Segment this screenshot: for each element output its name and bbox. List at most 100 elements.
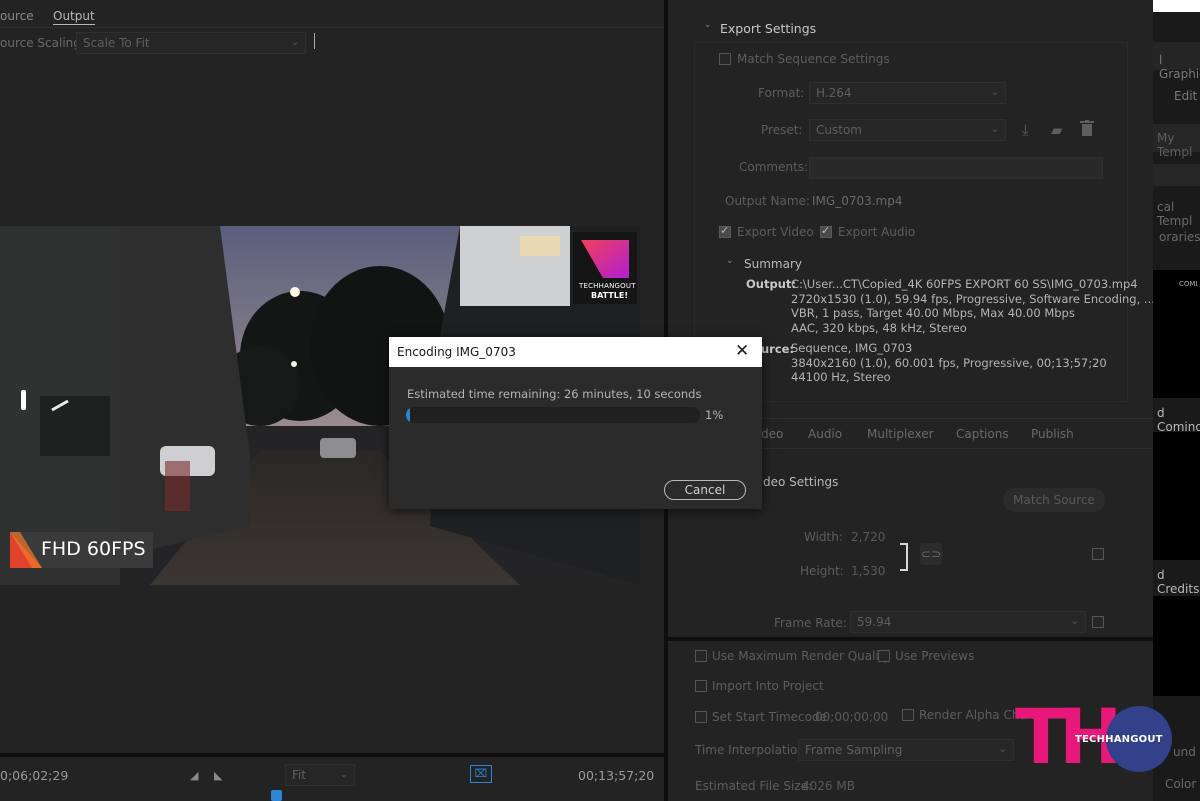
format-dropdown[interactable]: H.264 ⌄ xyxy=(809,82,1006,104)
right-thumb-3[interactable] xyxy=(1153,596,1200,696)
match-sequence-checkbox[interactable] xyxy=(719,53,731,65)
right-item-my-templates-label: My Templ xyxy=(1157,131,1193,159)
playhead-icon[interactable] xyxy=(271,790,282,801)
summary-output-line: C:\User...CT\Copied_4K 60FPS EXPORT 60 S… xyxy=(791,277,1138,291)
logo-line1: TECHHANGOUT xyxy=(579,282,636,290)
right-item-sound[interactable]: und xyxy=(1173,745,1196,759)
progress-bar xyxy=(406,407,700,423)
frame-rate-checkbox[interactable] xyxy=(1092,616,1104,628)
preset-value: Custom xyxy=(816,123,862,137)
tab-multiplexer[interactable]: Multiplexer xyxy=(867,427,934,441)
output-name-link[interactable]: IMG_0703.mp4 xyxy=(812,194,903,208)
width-label: Width: xyxy=(804,530,843,544)
comments-label: Comments: xyxy=(739,160,809,174)
frame-rate-dropdown[interactable]: 59.94 ⌄ xyxy=(850,611,1086,633)
import-preset-icon[interactable]: ▰ xyxy=(1051,121,1063,139)
right-item-credits[interactable]: d Credits xyxy=(1157,568,1200,596)
fhd-badge-triangle xyxy=(10,532,42,568)
frame-rate-label: Frame Rate: xyxy=(774,616,847,630)
match-source-label: Match Source xyxy=(1013,493,1095,507)
progress-bar-fill xyxy=(406,407,411,423)
cancel-label: Cancel xyxy=(684,483,726,497)
watermark-brand: TECHHANGOUT xyxy=(1075,734,1163,745)
mark-out-icon[interactable]: ◣ xyxy=(214,769,222,782)
duration-timecode: 00;13;57;20 xyxy=(578,768,655,783)
max-render-checkbox[interactable] xyxy=(695,650,707,662)
right-item-coming[interactable]: d Coming xyxy=(1157,406,1200,434)
right-thumb-1-text: COMI xyxy=(1179,280,1198,288)
export-video-checkbox[interactable] xyxy=(719,224,731,238)
format-label: Format: xyxy=(758,86,805,100)
save-preset-icon[interactable]: ⤓ xyxy=(1022,121,1029,139)
tab-divider xyxy=(0,27,664,28)
output-name-label: Output Name: xyxy=(725,194,810,208)
summary-output-line: VBR, 1 pass, Target 40.00 Mbps, Max 40.0… xyxy=(791,306,1075,320)
match-sequence-label: Match Sequence Settings xyxy=(737,52,890,66)
right-item-color[interactable]: Color xyxy=(1165,777,1196,791)
use-previews-checkbox[interactable] xyxy=(878,650,890,662)
aspect-bracket xyxy=(900,543,908,571)
chevron-down-icon: ⌄ xyxy=(998,744,1007,755)
close-icon[interactable]: ✕ xyxy=(735,341,749,361)
file-size-label: Estimated File Size: xyxy=(695,779,813,793)
right-panel-bar xyxy=(1153,164,1200,186)
height-value[interactable]: 1,530 xyxy=(851,564,885,578)
scaling-value: Scale To Fit xyxy=(83,36,150,50)
scaling-dropdown[interactable]: Scale To Fit ⌄ xyxy=(76,32,306,54)
link-icon[interactable]: ⊂⊃ xyxy=(920,543,942,565)
logo-line2: BATTLE! xyxy=(591,291,628,300)
comments-input[interactable] xyxy=(809,157,1103,179)
right-thumb-2[interactable] xyxy=(1153,432,1200,560)
right-item-graphics[interactable]: l Graphic xyxy=(1159,53,1200,81)
collapse-icon[interactable]: ⌄ xyxy=(704,20,712,30)
tab-source[interactable]: ource xyxy=(0,9,34,23)
dimensions-checkbox[interactable] xyxy=(1092,548,1104,560)
summary-output-line: 2720x1530 (1.0), 59.94 fps, Progressive,… xyxy=(791,292,1155,306)
fit-value: Fit xyxy=(292,768,307,782)
import-project-checkbox[interactable] xyxy=(695,680,707,692)
export-frame-icon[interactable]: ⌧ xyxy=(470,765,492,783)
summary-source-label: urce: xyxy=(761,342,795,356)
right-item-local-templates[interactable]: cal Templ xyxy=(1157,200,1200,228)
scaling-label: ource Scaling: xyxy=(0,36,85,50)
fhd-label: FHD 60FPS xyxy=(41,538,146,560)
right-item-my-templates[interactable]: My Templ xyxy=(1153,124,1200,159)
cancel-button[interactable]: Cancel xyxy=(664,480,746,500)
progress-label: 1% xyxy=(705,408,724,422)
current-timecode[interactable]: 0;06;02;29 xyxy=(0,768,68,783)
fit-dropdown[interactable]: Fit ⌄ xyxy=(285,764,355,786)
summary-output-label: Output: xyxy=(746,277,796,291)
encoding-dialog: Encoding IMG_0703 ✕ Estimated time remai… xyxy=(389,337,762,509)
video-settings-title: deo Settings xyxy=(763,475,839,489)
start-timecode-checkbox[interactable] xyxy=(695,711,707,723)
frame-rate-value: 59.94 xyxy=(857,615,892,629)
summary-source-line: Sequence, IMG_0703 xyxy=(791,341,913,355)
tab-audio[interactable]: Audio xyxy=(808,427,842,441)
use-previews-label: Use Previews xyxy=(895,649,975,663)
preset-dropdown[interactable]: Custom ⌄ xyxy=(809,119,1006,141)
start-timecode-value[interactable]: 00;00;00;00 xyxy=(815,710,888,724)
right-panel-white-strip xyxy=(1153,0,1200,12)
file-size-value: 4026 MB xyxy=(802,779,855,793)
mark-in-icon[interactable]: ◢ xyxy=(190,769,198,782)
time-interpolation-dropdown[interactable]: Frame Sampling ⌄ xyxy=(798,739,1014,761)
summary-collapse-icon[interactable]: ⌄ xyxy=(726,256,734,266)
right-item-edit[interactable]: Edit xyxy=(1174,89,1197,103)
transport-divider xyxy=(0,753,664,757)
tab-video[interactable]: deo xyxy=(761,427,783,441)
render-alpha-checkbox[interactable] xyxy=(902,709,914,721)
export-audio-label: Export Audio xyxy=(838,225,916,239)
right-thumb-1[interactable] xyxy=(1153,270,1200,398)
cursor-caret xyxy=(314,33,315,49)
export-audio-checkbox[interactable] xyxy=(820,224,832,238)
tab-captions[interactable]: Captions xyxy=(956,427,1009,441)
delete-preset-icon[interactable] xyxy=(1080,120,1094,136)
right-item-libraries[interactable]: oraries xyxy=(1159,230,1200,244)
tab-publish[interactable]: Publish xyxy=(1031,427,1074,441)
tab-output[interactable]: Output xyxy=(53,9,95,25)
width-value[interactable]: 2,720 xyxy=(851,530,885,544)
chevron-down-icon: ⌄ xyxy=(339,769,348,780)
battle-logo: TECHHANGOUT BATTLE! xyxy=(573,232,637,304)
chevron-down-icon: ⌄ xyxy=(990,87,999,98)
match-source-button[interactable]: Match Source xyxy=(1003,488,1105,512)
